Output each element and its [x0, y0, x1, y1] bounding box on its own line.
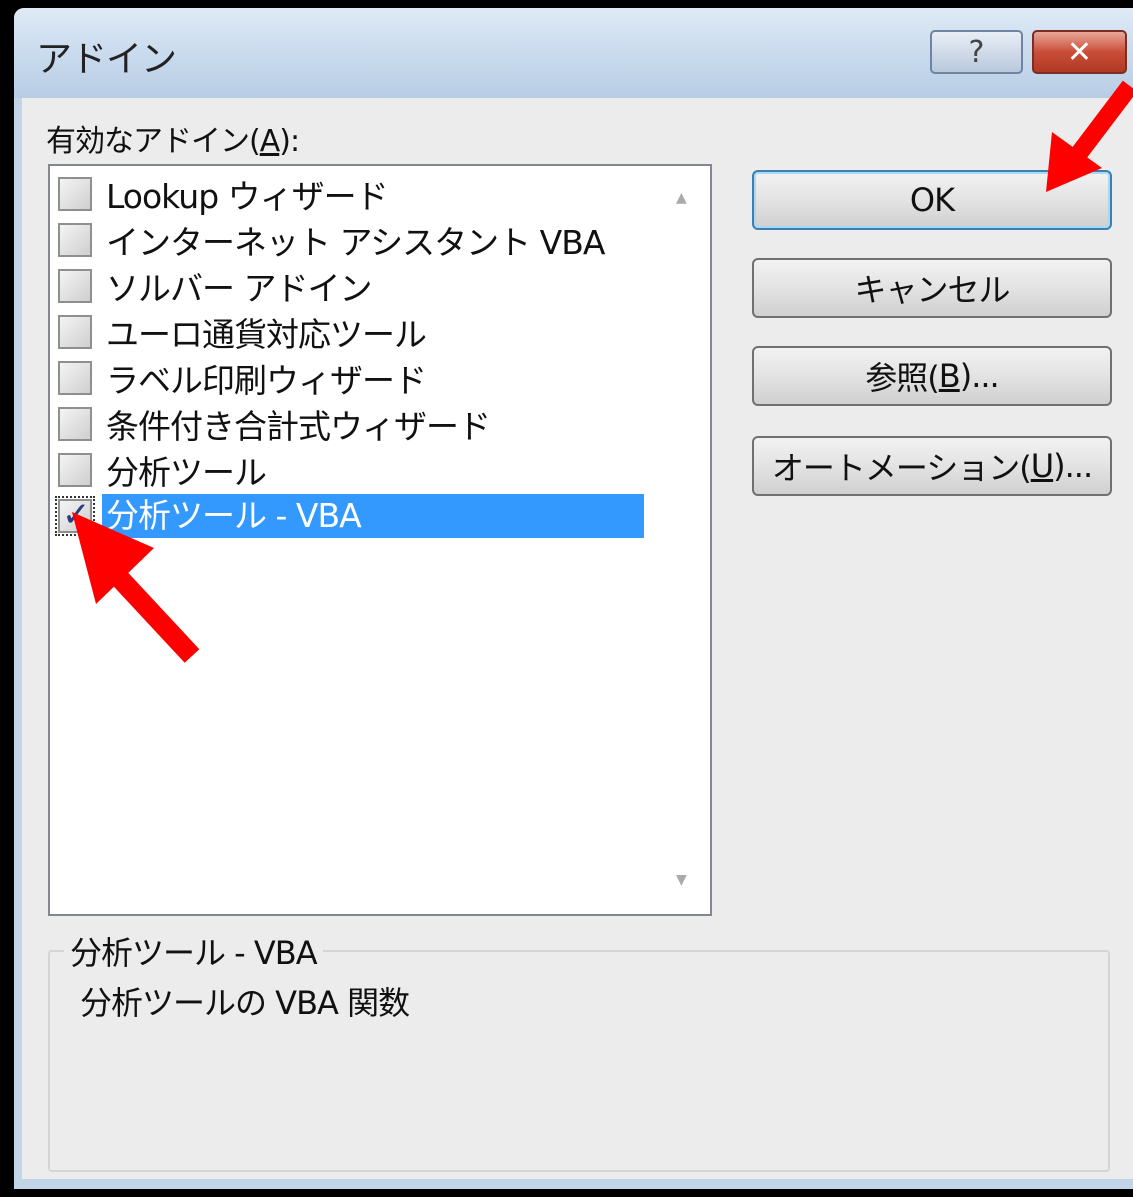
list-item-solver-addin[interactable]: ソルバー アドイン — [58, 264, 658, 308]
list-item-label: ユーロ通貨対応ツール — [106, 315, 427, 354]
list-item-euro-currency-tools[interactable]: ユーロ通貨対応ツール — [58, 310, 658, 354]
list-item-label: ソルバー アドイン — [106, 269, 372, 308]
scroll-down-arrow-icon[interactable]: ▼ — [676, 872, 687, 888]
scroll-up-arrow-icon[interactable]: ▲ — [676, 190, 687, 206]
close-button[interactable]: ✕ — [1032, 30, 1127, 74]
checkbox[interactable] — [58, 361, 92, 395]
ok-button[interactable]: OK — [752, 170, 1112, 230]
list-item-label: Lookup ウィザード — [106, 177, 389, 216]
title-bar[interactable]: アドイン ? ✕ — [14, 8, 1133, 98]
checkbox[interactable] — [58, 269, 92, 303]
list-item-label-print-wizard[interactable]: ラベル印刷ウィザード — [58, 356, 658, 400]
checkbox[interactable] — [58, 315, 92, 349]
list-item-label: ラベル印刷ウィザード — [106, 361, 427, 400]
dialog-title: アドイン — [36, 39, 177, 80]
list-item-lookup-wizard[interactable]: Lookup ウィザード — [58, 172, 658, 216]
list-item-conditional-sum-wizard[interactable]: 条件付き合計式ウィザード — [58, 402, 658, 446]
list-item-internet-assistant-vba[interactable]: インターネット アシスタント VBA — [58, 218, 658, 262]
question-icon: ? — [968, 34, 985, 70]
list-item-analysis-toolpak[interactable]: 分析ツール — [58, 448, 658, 492]
help-button[interactable]: ? — [930, 30, 1023, 74]
check-icon: ✓ — [62, 495, 91, 535]
close-icon: ✕ — [1066, 34, 1093, 70]
addin-dialog: アドイン ? ✕ 有効なアドイン(A): Lookup ウィザード インターネッ… — [14, 8, 1133, 1189]
addin-details-group: 分析ツール - VBA 分析ツールの VBA 関数 — [48, 928, 1110, 1172]
checkbox-checked[interactable]: ✓ — [55, 495, 95, 536]
checkbox[interactable] — [58, 407, 92, 441]
cancel-button[interactable]: キャンセル — [752, 258, 1112, 318]
addin-list-label: 有効なアドイン(A): — [46, 124, 300, 159]
details-title: 分析ツール - VBA — [64, 928, 323, 974]
list-item-label: 分析ツール — [106, 453, 267, 492]
list-item-label: 条件付き合計式ウィザード — [106, 407, 491, 446]
checkbox[interactable] — [58, 177, 92, 211]
checkbox[interactable] — [58, 223, 92, 257]
automation-button[interactable]: オートメーション(U)... — [752, 436, 1112, 496]
list-item-label: 分析ツール - VBA — [102, 494, 644, 538]
browse-button[interactable]: 参照(B)... — [752, 346, 1112, 406]
addin-listbox[interactable]: Lookup ウィザード インターネット アシスタント VBA ソルバー アドイ… — [48, 164, 712, 916]
list-item-analysis-toolpak-vba[interactable]: ✓ 分析ツール - VBA — [55, 494, 658, 538]
details-description: 分析ツールの VBA 関数 — [80, 984, 410, 1022]
list-item-label: インターネット アシスタント VBA — [106, 223, 605, 262]
checkbox[interactable] — [58, 453, 92, 487]
dialog-body: 有効なアドイン(A): Lookup ウィザード インターネット アシスタント … — [22, 98, 1133, 1179]
